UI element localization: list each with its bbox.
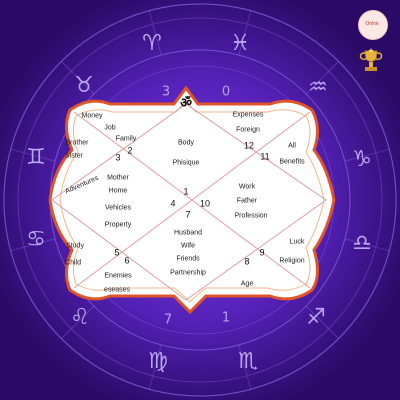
house-1-number: 1 [183,186,189,197]
house-7-number: 7 [185,209,191,220]
ring-number-top: 3 [161,84,171,100]
kundli-frame [48,85,336,315]
house-7-topic: Friends [176,255,200,263]
house-6-number: 6 [124,255,130,266]
zodiac-sign-upper-left: ♉ [74,73,94,98]
zodiac-sign-top-right: ♓ [230,31,250,56]
house-1-topic: Body [178,139,194,147]
house-5-topic: Child [65,259,81,267]
zodiac-sign-upper-right: ♒ [308,75,328,100]
house-7-topic: Partnership [170,269,206,277]
house-11-topic: Benefits [279,158,305,166]
house-1-topic: Phisique [172,159,200,167]
zodiac-sign-bottom-left: ♌ [70,305,90,330]
ring-number-bottom: 7 [163,312,173,328]
house-10-topic: Work [238,183,256,191]
house-12-topic: Expenses [232,111,264,119]
house-7-topic: Husband [173,229,203,237]
zodiac-sign-bottom: ♍ [148,349,168,374]
house-7-topic: Wife [181,242,195,250]
ring-number-bottom-right: 1 [221,310,231,326]
house-5-topic: Study [66,242,84,250]
house-4-topic: Home [108,187,128,195]
zodiac-sign-top: ♈ [142,31,162,56]
brand-logo-text: Onlne [365,21,379,27]
house-9-number: 9 [259,247,265,258]
zodiac-sign-lower-right: ♎ [352,231,372,256]
house-2-topic: Family [115,135,137,143]
house-3-topic: Brother [65,139,89,147]
house-11-number: 11 [260,151,270,162]
house-8-number: 8 [244,256,250,267]
house-10-topic: Father [236,197,258,205]
ring-number-top-right: 0 [221,84,231,100]
house-6-topic: eseases [103,286,131,294]
house-4-number: 4 [170,198,176,209]
house-2-topic: Money [81,112,103,120]
house-9-topic: Luck [289,238,305,246]
zodiac-sign-left: ♊ [26,145,46,170]
house-3-topic: Sister [65,152,83,160]
house-10-topic: Profession [234,212,268,220]
house-12-number: 12 [243,140,255,151]
house-11-topic: All [288,142,296,150]
house-12-topic: Foreign [236,126,260,134]
house-4-topic: Property [104,221,132,229]
house-6-topic: Enemies [104,272,132,280]
trophy-icon [359,48,383,71]
house-5-number: 5 [114,247,120,258]
chart-top-symbol: ॐ [180,96,192,111]
zodiac-sign-bottom-right: ♐ [306,305,326,330]
zodiac-sign-lower-left: ♋ [26,227,46,252]
house-8-topic: Age [240,280,254,288]
house-10-number: 10 [199,198,211,209]
house-2-topic: Job [104,124,116,132]
house-2-number: 2 [127,145,133,156]
house-3-number: 3 [115,152,121,163]
house-4-topic: Vehicles [104,204,132,212]
house-9-topic: Religion [279,257,305,265]
zodiac-sign-bottom-right-inner: ♏ [238,349,258,374]
house-4-topic: Mother [107,174,129,182]
zodiac-sign-right: ♑ [352,147,372,172]
